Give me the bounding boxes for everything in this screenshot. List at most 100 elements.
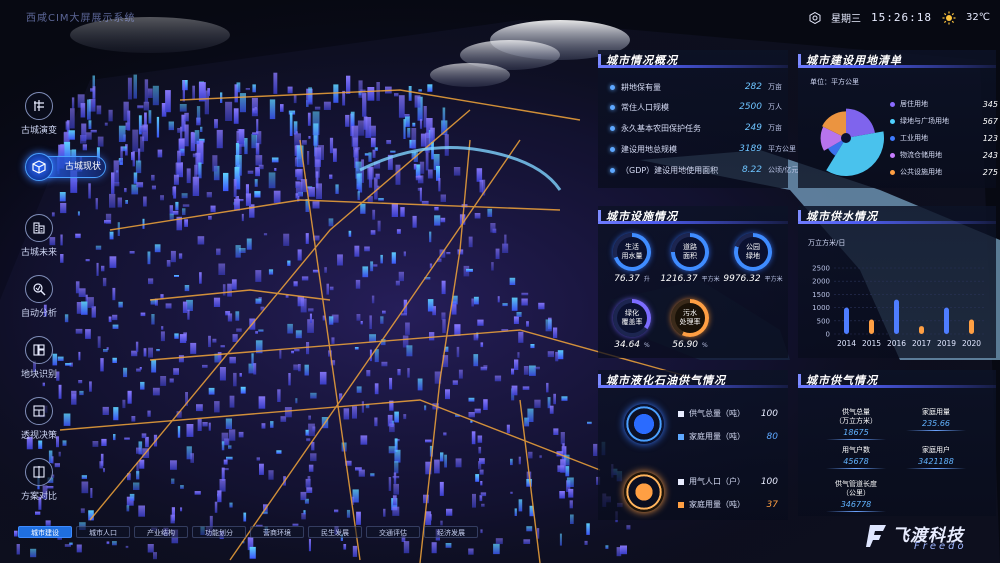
building <box>362 266 369 278</box>
building <box>65 363 72 366</box>
building <box>178 253 183 259</box>
building <box>442 107 446 131</box>
gauge-ring: 生活 用水量 <box>613 233 651 271</box>
building <box>394 93 399 97</box>
building <box>429 231 432 243</box>
building <box>445 389 450 400</box>
building <box>208 215 212 220</box>
building <box>231 279 237 290</box>
temperature: 32℃ <box>966 12 990 23</box>
building <box>308 308 314 312</box>
nav-item-future[interactable]: 古城未来 <box>12 214 66 275</box>
nav-item-current[interactable]: 古城现状 <box>12 153 106 214</box>
building <box>147 251 151 265</box>
building <box>395 280 400 286</box>
building <box>85 259 90 262</box>
building <box>358 469 365 477</box>
water-bar-2017[interactable] <box>919 326 924 334</box>
building <box>249 204 255 218</box>
water-bar-2020[interactable] <box>969 319 974 334</box>
building <box>112 314 118 321</box>
building <box>408 86 412 101</box>
building <box>113 434 116 441</box>
x-tick-label: 2017 <box>912 339 931 348</box>
water-bar-2015[interactable] <box>869 319 874 334</box>
building <box>108 109 113 122</box>
compare-icon <box>25 458 53 486</box>
x-tick-label: 2019 <box>937 339 956 348</box>
tab-economy[interactable]: 经济发展 <box>424 526 478 538</box>
building <box>480 366 488 371</box>
building <box>452 380 458 385</box>
building <box>570 514 574 524</box>
rose-slice-0[interactable] <box>846 108 875 138</box>
building <box>90 129 97 133</box>
tab-industry[interactable]: 产业结构 <box>134 526 188 538</box>
building <box>140 381 145 390</box>
water-bar-2016[interactable] <box>894 299 899 334</box>
land-use-rose-chart[interactable] <box>806 98 886 178</box>
building <box>491 262 494 271</box>
water-bar-2019[interactable] <box>944 307 949 334</box>
building <box>208 422 211 431</box>
tab-population[interactable]: 城市人口 <box>76 526 130 538</box>
building <box>258 329 264 332</box>
nav-item-analysis[interactable]: 自动分析 <box>12 275 66 336</box>
gauge-ring: 道路 面积 <box>671 233 709 271</box>
settings-icon[interactable] <box>809 11 821 24</box>
building <box>136 471 140 480</box>
building <box>170 250 176 263</box>
building <box>516 312 522 317</box>
building <box>295 131 298 136</box>
tab-traffic[interactable]: 交通评估 <box>366 526 420 538</box>
water-bar-2014[interactable] <box>844 307 849 334</box>
nav-item-evolution[interactable]: 古城演变 <box>12 92 66 153</box>
weekday: 星期三 <box>831 14 862 25</box>
building <box>97 136 104 147</box>
tab-livelihood[interactable]: 民生发展 <box>308 526 362 538</box>
building <box>252 132 259 135</box>
building <box>174 275 179 277</box>
building <box>372 209 376 220</box>
building <box>125 200 128 204</box>
tab-business-env[interactable]: 营商环境 <box>250 526 304 538</box>
land-legend-item: 绿地与广场用地 567 <box>890 116 998 126</box>
nav-item-compare[interactable]: 方案对比 <box>12 458 66 519</box>
building <box>365 117 372 138</box>
building <box>217 490 222 503</box>
building <box>148 278 154 285</box>
building <box>271 157 279 163</box>
building <box>175 201 179 211</box>
gauge-ring: 绿化 覆盖率 <box>613 299 651 337</box>
tab-city-construction[interactable]: 城市建设 <box>18 526 72 538</box>
building <box>196 404 203 412</box>
building <box>208 387 215 395</box>
building <box>429 332 435 341</box>
building <box>151 314 155 325</box>
building <box>123 367 128 378</box>
building <box>303 510 306 515</box>
building <box>526 526 533 532</box>
building <box>297 249 302 261</box>
building <box>279 349 282 359</box>
building <box>439 481 444 496</box>
building <box>133 482 140 490</box>
nav-item-decision[interactable]: 透视决策 <box>12 397 66 458</box>
building <box>89 381 92 392</box>
facility-green-coverage: 绿化 覆盖率 34.64% <box>604 299 660 350</box>
building <box>553 327 558 338</box>
building <box>357 191 360 200</box>
tab-function-zoning[interactable]: 功能划分 <box>192 526 246 538</box>
water-supply-panel: 城市供水情况 万立方米/日 0 500 1000 1500 2000 2500 2014 201… <box>798 206 996 358</box>
building <box>97 336 101 348</box>
building <box>476 168 483 182</box>
building <box>397 369 401 376</box>
nav-item-parcel[interactable]: 地块识别 <box>12 336 66 397</box>
lpg-row: 家庭用量（吨） 80 <box>678 431 778 442</box>
building <box>528 451 533 459</box>
building <box>502 303 508 307</box>
water-bar-chart[interactable]: 万立方米/日 0 500 1000 1500 2000 2500 2014 2015 2016 20… <box>798 206 996 358</box>
building <box>175 162 183 175</box>
building <box>81 475 87 479</box>
building <box>270 421 274 428</box>
